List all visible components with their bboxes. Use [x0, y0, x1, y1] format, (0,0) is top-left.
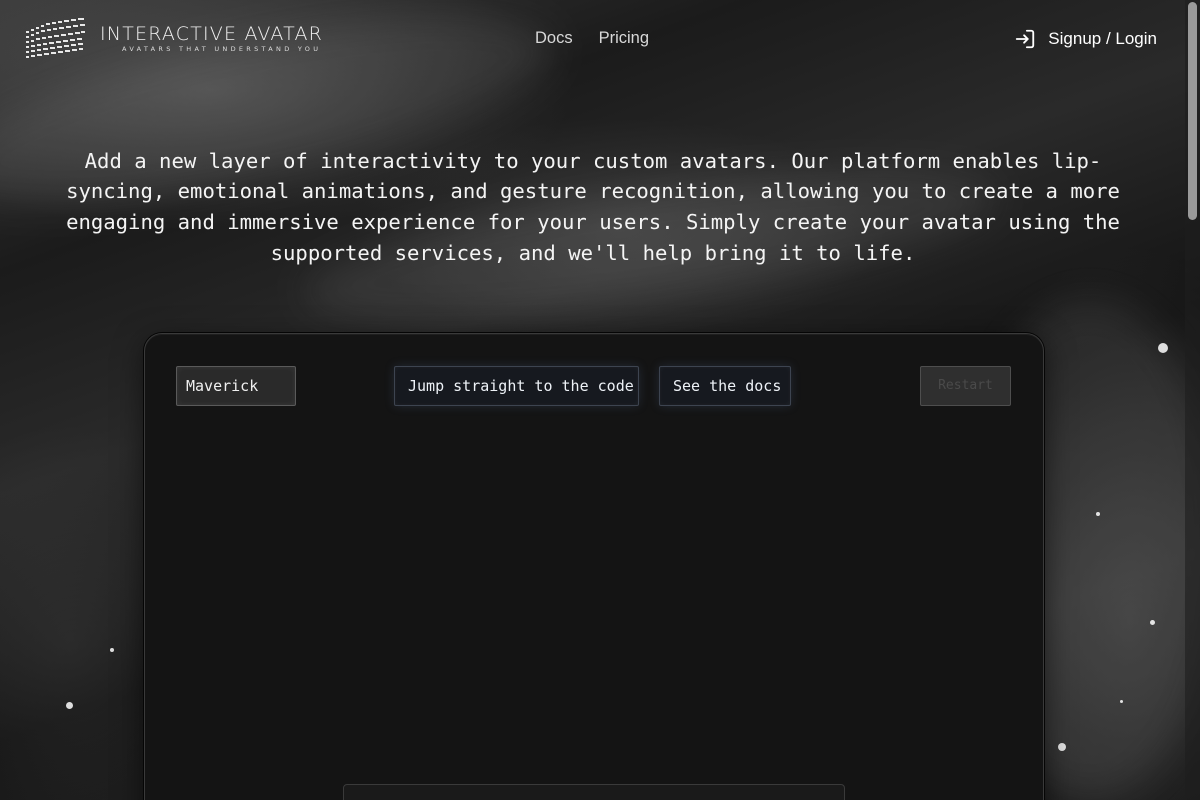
- login-arrow-icon: [1016, 29, 1035, 49]
- avatar-select[interactable]: Maverick: [176, 366, 296, 406]
- brand-tagline: AVATARS THAT UNDERSTAND YOU: [122, 44, 322, 53]
- background-speck: [66, 702, 73, 709]
- main-nav: Docs Pricing: [535, 29, 649, 48]
- nav-pricing-link[interactable]: Pricing: [599, 29, 649, 48]
- hero-description: Add a new layer of interactivity to your…: [66, 148, 1120, 265]
- scrollbar-thumb[interactable]: [1188, 2, 1197, 220]
- wave-mesh-logo-icon: [26, 18, 85, 58]
- background-speck: [1120, 700, 1123, 703]
- see-docs-button[interactable]: See the docs: [659, 366, 791, 406]
- page-scrollbar[interactable]: [1185, 0, 1200, 800]
- brand-text: INTERACTIVE AVATAR AVATARS THAT UNDERSTA…: [100, 23, 323, 54]
- background-speck: [1058, 743, 1066, 751]
- background-speck: [1150, 620, 1155, 625]
- brand-logo[interactable]: INTERACTIVE AVATAR AVATARS THAT UNDERSTA…: [24, 17, 323, 59]
- jump-to-code-button[interactable]: Jump straight to the code: [394, 366, 639, 406]
- avatar-demo-panel: Maverick Jump straight to the code See t…: [144, 333, 1044, 800]
- signup-login-label: Signup / Login: [1048, 29, 1157, 48]
- signup-login-button[interactable]: Signup / Login: [1014, 28, 1157, 50]
- background-speck: [1158, 343, 1168, 353]
- nav-docs-link[interactable]: Docs: [535, 29, 573, 48]
- brand-title: INTERACTIVE AVATAR: [100, 22, 324, 45]
- background-speck: [110, 648, 114, 652]
- background-speck: [1096, 512, 1100, 516]
- message-input-bar[interactable]: [343, 784, 845, 800]
- restart-button-disabled: Restart: [920, 366, 1011, 406]
- top-header: INTERACTIVE AVATAR AVATARS THAT UNDERSTA…: [0, 0, 1200, 80]
